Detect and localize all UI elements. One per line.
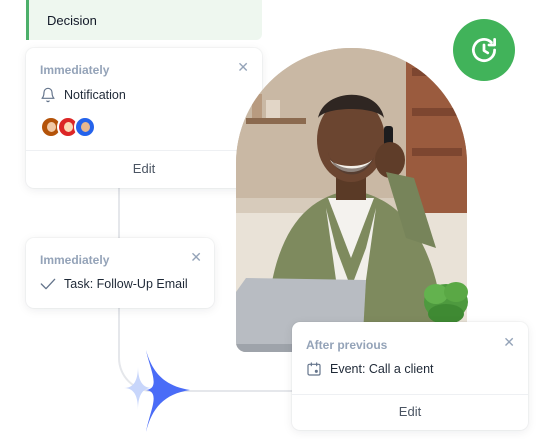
step-timing: After previous: [306, 338, 388, 352]
bell-icon: [41, 87, 55, 103]
decision-label: Decision: [47, 12, 97, 28]
close-icon[interactable]: ✕: [237, 60, 249, 74]
sparkle-decoration: [124, 350, 190, 432]
check-icon: [40, 278, 56, 290]
step-action-label: Event: Call a client: [330, 362, 434, 376]
step-action-label: Notification: [64, 88, 126, 102]
divider: [292, 394, 528, 395]
close-icon[interactable]: ✕: [190, 250, 202, 264]
notification-step-card[interactable]: Immediately ✕ Notification Edit: [26, 48, 262, 188]
refresh-clock-icon: [472, 38, 496, 62]
avatar: [74, 116, 96, 138]
decision-node[interactable]: Decision: [26, 0, 262, 40]
assignee-avatars: [40, 116, 96, 138]
divider: [26, 150, 262, 151]
step-timing: Immediately: [40, 63, 110, 77]
edit-button[interactable]: Edit: [292, 404, 528, 419]
step-timing: Immediately: [40, 253, 110, 267]
step-action: Task: Follow-Up Email: [40, 277, 188, 291]
refresh-schedule-button[interactable]: [453, 19, 515, 81]
step-action: Event: Call a client: [306, 361, 434, 377]
flow-connector: [118, 188, 120, 238]
calendar-icon: [307, 362, 321, 376]
step-action: Notification: [40, 87, 126, 103]
step-action-label: Task: Follow-Up Email: [64, 277, 188, 291]
task-step-card[interactable]: Immediately ✕ Task: Follow-Up Email: [26, 238, 214, 308]
edit-button[interactable]: Edit: [26, 161, 262, 176]
close-icon[interactable]: ✕: [503, 335, 515, 349]
flow-connector: [118, 308, 120, 332]
event-step-card[interactable]: After previous ✕ Event: Call a client Ed…: [292, 322, 528, 430]
